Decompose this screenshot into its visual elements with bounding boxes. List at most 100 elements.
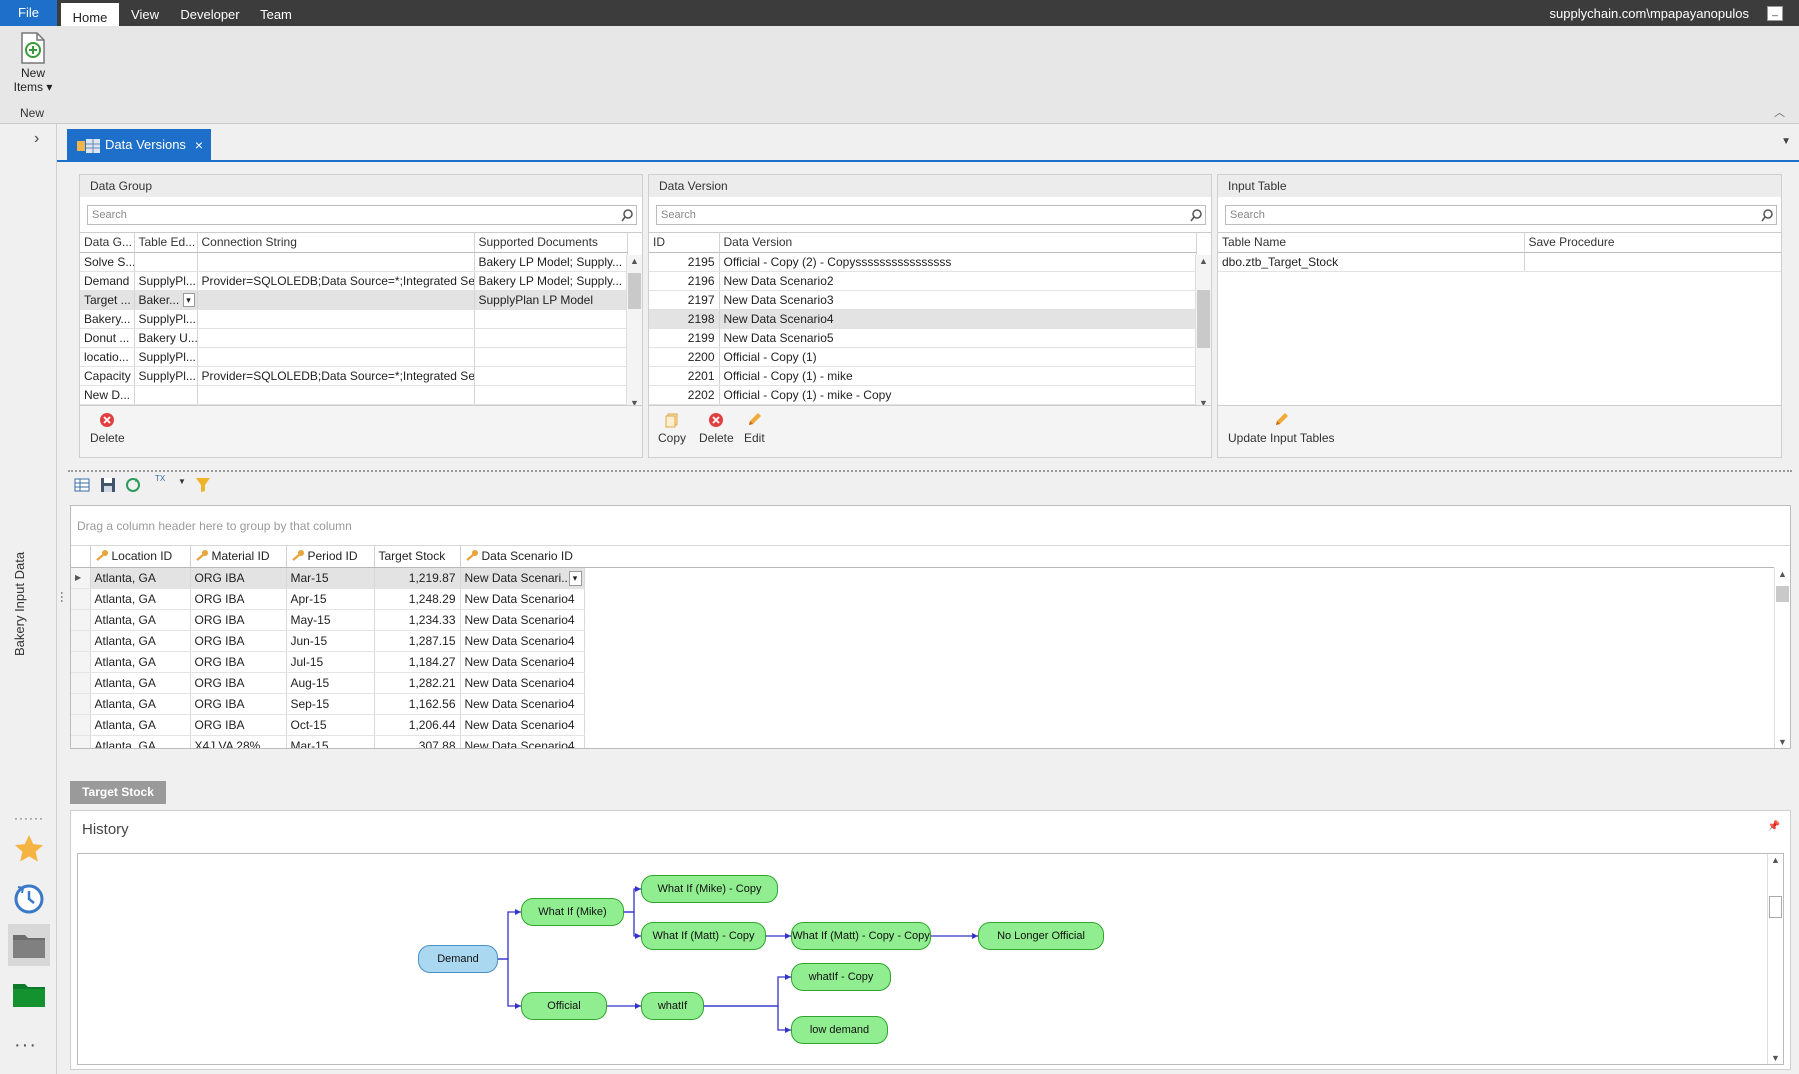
tab-list-dropdown-icon[interactable]: ▼ bbox=[1781, 136, 1791, 147]
column-header[interactable]: ID bbox=[649, 233, 720, 253]
recent-clock-icon[interactable] bbox=[8, 877, 50, 919]
data-group-scrollbar[interactable]: ▲ ▼ bbox=[626, 255, 642, 408]
table-row[interactable]: ▶ Atlanta, GA ORG IBA Mar-15 1,219.87 New Dat… bbox=[71, 567, 585, 589]
table-row[interactable]: New D... bbox=[80, 385, 628, 405]
more-options-icon[interactable]: ··· bbox=[14, 1034, 37, 1057]
column-header[interactable]: Data Version bbox=[719, 233, 1197, 253]
sidebar-drag-handle[interactable]: ······ bbox=[14, 811, 44, 825]
column-header[interactable]: Data Scenario ID bbox=[460, 546, 585, 568]
data-group-search-input[interactable]: Search bbox=[87, 205, 637, 225]
row-indicator[interactable] bbox=[71, 735, 91, 748]
column-header[interactable]: Table Name bbox=[1218, 233, 1525, 253]
tab-view[interactable]: View bbox=[125, 0, 165, 26]
user-account[interactable]: supplychain.com\mpapayanopulos bbox=[1550, 6, 1749, 21]
table-row[interactable]: Atlanta, GA ORG IBA Oct-15 1,206.44 New Data… bbox=[71, 714, 585, 736]
scenario-dropdown-icon[interactable]: ▾ bbox=[568, 570, 582, 586]
tab-home[interactable]: Home bbox=[61, 0, 119, 26]
sheet-tab-target-stock[interactable]: Target Stock bbox=[70, 781, 166, 804]
data-version-scrollbar[interactable]: ▲ ▼ bbox=[1195, 255, 1211, 408]
table-row[interactable]: 2198 New Data Scenario4 bbox=[649, 309, 1197, 329]
table-row[interactable]: dbo.ztb_Target_Stock bbox=[1218, 252, 1781, 272]
column-header[interactable]: Connection String bbox=[197, 233, 475, 253]
update-input-tables-button[interactable]: Update Input Tables bbox=[1228, 412, 1335, 445]
folder-icon[interactable] bbox=[8, 924, 50, 966]
minimize-ribbon-button[interactable]: _ bbox=[1767, 6, 1783, 21]
search-icon[interactable] bbox=[620, 208, 634, 222]
grid-scrollbar[interactable]: ▲ ▼ bbox=[1774, 568, 1790, 748]
copy-button[interactable]: Copy bbox=[658, 412, 686, 445]
table-row[interactable]: locatio... SupplyPl... bbox=[80, 347, 628, 367]
history-node-low-demand[interactable]: low demand bbox=[791, 1016, 888, 1044]
table-row[interactable]: Target ... Baker... ▾ SupplyPlan LP Model bbox=[80, 290, 628, 310]
refresh-icon[interactable] bbox=[125, 477, 141, 493]
data-version-delete-button[interactable]: Delete bbox=[699, 412, 734, 445]
data-version-search-input[interactable]: Search bbox=[656, 205, 1206, 225]
pin-icon[interactable]: 📌 bbox=[1768, 821, 1780, 832]
table-row[interactable]: Atlanta, GA ORG IBA Aug-15 1,282.21 New Data… bbox=[71, 672, 585, 694]
column-header[interactable]: Target Stock bbox=[374, 546, 461, 568]
table-row[interactable]: 2201 Official - Copy (1) - mike bbox=[649, 366, 1197, 386]
table-row[interactable]: Atlanta, GA X4J VA 28% Mar-15 307.88 New Dat… bbox=[71, 735, 585, 748]
row-indicator[interactable] bbox=[71, 651, 91, 673]
search-icon[interactable] bbox=[1189, 208, 1203, 222]
history-node-whatif[interactable]: whatIf bbox=[641, 992, 704, 1020]
history-node-what-if-mike-copy[interactable]: What If (Mike) - Copy bbox=[641, 875, 778, 903]
table-row[interactable]: Atlanta, GA ORG IBA May-15 1,234.33 New Data… bbox=[71, 609, 585, 631]
history-node-whatif-copy[interactable]: whatIf - Copy bbox=[791, 963, 891, 991]
table-row[interactable]: Atlanta, GA ORG IBA Sep-15 1,162.56 New Data… bbox=[71, 693, 585, 715]
table-row[interactable]: Solve S... Bakery LP Model; Supply... bbox=[80, 252, 628, 272]
new-items-button[interactable]: New Items ▾ bbox=[8, 30, 58, 100]
history-node-official[interactable]: Official bbox=[521, 992, 607, 1020]
column-header[interactable]: Table Ed... bbox=[134, 233, 198, 253]
table-row[interactable]: 2199 New Data Scenario5 bbox=[649, 328, 1197, 348]
column-header[interactable]: Period ID bbox=[286, 546, 375, 568]
row-indicator[interactable] bbox=[71, 609, 91, 631]
history-node-demand[interactable]: Demand bbox=[418, 945, 498, 973]
favorites-star-icon[interactable] bbox=[8, 828, 50, 870]
column-header[interactable]: Supported Documents bbox=[474, 233, 628, 253]
search-icon[interactable] bbox=[1760, 208, 1774, 222]
row-indicator[interactable] bbox=[71, 714, 91, 736]
data-group-delete-button[interactable]: Delete bbox=[90, 412, 125, 445]
sidebar-splitter-handle[interactable]: ⋯ bbox=[55, 591, 69, 603]
row-indicator[interactable]: ▶ bbox=[71, 567, 91, 589]
tab-team[interactable]: Team bbox=[254, 0, 298, 26]
column-header[interactable]: Material ID bbox=[190, 546, 287, 568]
table-row[interactable]: Donut ... Bakery U... bbox=[80, 328, 628, 348]
filter-icon[interactable] bbox=[195, 477, 211, 493]
transaction-icon[interactable]: TX bbox=[155, 474, 165, 483]
close-tab-icon[interactable]: × bbox=[195, 129, 203, 161]
history-node-what-if-matt-copy-copy[interactable]: What If (Matt) - Copy - Copy bbox=[791, 922, 931, 950]
history-node-no-longer-official[interactable]: No Longer Official bbox=[978, 922, 1104, 950]
table-row[interactable]: Atlanta, GA ORG IBA Apr-15 1,248.29 New Data… bbox=[71, 588, 585, 610]
cell-dropdown-icon[interactable]: ▾ bbox=[182, 292, 195, 307]
input-table-search-input[interactable]: Search bbox=[1225, 205, 1777, 225]
column-header[interactable]: Location ID bbox=[90, 546, 191, 568]
table-row[interactable]: 2200 Official - Copy (1) bbox=[649, 347, 1197, 367]
file-tab[interactable]: File bbox=[0, 0, 57, 26]
column-header[interactable]: Save Procedure bbox=[1524, 233, 1781, 253]
row-indicator[interactable] bbox=[71, 588, 91, 610]
table-row[interactable]: Atlanta, GA ORG IBA Jun-15 1,287.15 New Data… bbox=[71, 630, 585, 652]
table-row[interactable]: 2195 Official - Copy (2) - Copyssssssssss… bbox=[649, 252, 1197, 272]
history-scrollbar[interactable]: ▲ ▼ bbox=[1767, 854, 1783, 1064]
collapse-ribbon-icon[interactable]: ︿ bbox=[1774, 104, 1785, 120]
row-indicator[interactable] bbox=[71, 630, 91, 652]
history-node-what-if-matt-copy[interactable]: What If (Matt) - Copy bbox=[641, 922, 766, 950]
dropdown-arrow-icon[interactable]: ▼ bbox=[178, 477, 186, 486]
table-row[interactable]: Capacity SupplyPl... Provider=SQLOLEDB;Dat… bbox=[80, 366, 628, 386]
history-node-what-if-mike[interactable]: What If (Mike) bbox=[521, 898, 624, 926]
green-folder-icon[interactable] bbox=[8, 973, 50, 1015]
splitter-handle[interactable] bbox=[68, 470, 1792, 472]
table-row[interactable]: 2196 New Data Scenario2 bbox=[649, 271, 1197, 291]
table-row[interactable]: 2197 New Data Scenario3 bbox=[649, 290, 1197, 310]
table-row[interactable]: Demand SupplyPl... Provider=SQLOLEDB;Data … bbox=[80, 271, 628, 291]
column-header[interactable]: Data G... bbox=[80, 233, 135, 253]
save-icon[interactable] bbox=[100, 477, 116, 493]
expand-sidebar-icon[interactable]: › bbox=[34, 130, 39, 148]
table-row[interactable]: Bakery... SupplyPl... bbox=[80, 309, 628, 329]
tab-data-versions[interactable]: Data Versions × bbox=[67, 129, 211, 161]
tab-developer[interactable]: Developer bbox=[174, 0, 246, 26]
row-indicator[interactable] bbox=[71, 672, 91, 694]
row-indicator[interactable] bbox=[71, 693, 91, 715]
